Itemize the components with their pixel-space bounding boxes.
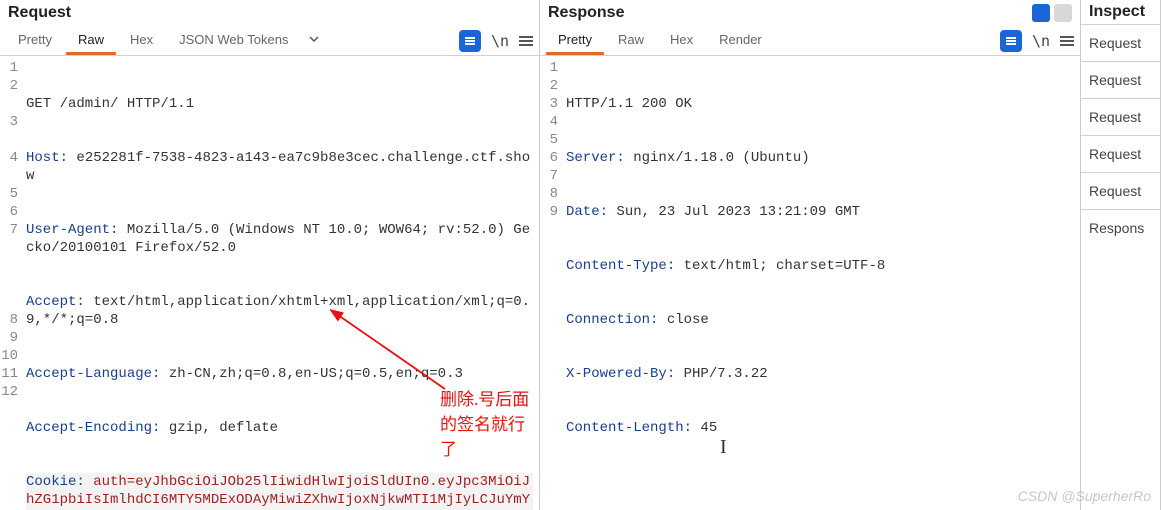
- tab-jwt[interactable]: JSON Web Tokens: [167, 27, 300, 55]
- response-title: Response: [548, 4, 624, 22]
- inspector-item[interactable]: Request: [1081, 98, 1160, 135]
- wrap-icon[interactable]: \n: [1032, 32, 1050, 50]
- hamburger-icon[interactable]: [1060, 34, 1074, 48]
- inspector-item[interactable]: Request: [1081, 61, 1160, 98]
- tab-render[interactable]: Render: [707, 27, 774, 55]
- response-line-6[interactable]: X-Powered-By: PHP/7.3.22: [566, 365, 1074, 383]
- chevron-down-icon[interactable]: [308, 33, 320, 48]
- request-title: Request: [8, 4, 71, 22]
- layout-icon[interactable]: [1032, 4, 1050, 22]
- request-panel: Request Pretty Raw Hex JSON Web Tokens \…: [0, 0, 540, 510]
- hamburger-icon[interactable]: [519, 34, 533, 48]
- response-line-5[interactable]: Connection: close: [566, 311, 1074, 329]
- request-tabs: Pretty Raw Hex JSON Web Tokens \n: [0, 26, 539, 56]
- tab-pretty[interactable]: Pretty: [6, 27, 64, 55]
- inspector-item[interactable]: Request: [1081, 135, 1160, 172]
- response-panel: Response Pretty Raw Hex Render \n 1 2: [540, 0, 1081, 510]
- request-editor[interactable]: 1 2 3 4 5 6 7 8 9 10 11 12 GET /admin/ H…: [0, 56, 539, 510]
- tab-hex[interactable]: Hex: [658, 27, 705, 55]
- request-gutter: 1 2 3 4 5 6 7 8 9 10 11 12: [0, 59, 22, 510]
- request-line-5[interactable]: Accept-Language: zh-CN,zh;q=0.8,en-US;q=…: [26, 365, 533, 383]
- response-line-3[interactable]: Date: Sun, 23 Jul 2023 13:21:09 GMT: [566, 203, 1074, 221]
- response-gutter: 1 2 3 4 5 6 7 8 9: [540, 59, 562, 510]
- response-line-7[interactable]: Content-Length: 45: [566, 419, 1074, 437]
- inspector-title: Inspect: [1081, 0, 1160, 24]
- tab-pretty[interactable]: Pretty: [546, 27, 604, 55]
- request-code[interactable]: GET /admin/ HTTP/1.1 Host: e252281f-7538…: [22, 59, 539, 510]
- response-code[interactable]: HTTP/1.1 200 OK Server: nginx/1.18.0 (Ub…: [562, 59, 1080, 510]
- request-header: Request: [0, 0, 539, 26]
- response-line-1[interactable]: HTTP/1.1 200 OK: [566, 95, 1074, 113]
- layout-alt-icon[interactable]: [1054, 4, 1072, 22]
- request-line-4[interactable]: Accept: text/html,application/xhtml+xml,…: [26, 293, 533, 329]
- wrap-icon[interactable]: \n: [491, 32, 509, 50]
- response-line-4[interactable]: Content-Type: text/html; charset=UTF-8: [566, 257, 1074, 275]
- inspector-item[interactable]: Respons: [1081, 209, 1160, 246]
- actions-icon[interactable]: [1000, 30, 1022, 52]
- request-line-2[interactable]: Host: e252281f-7538-4823-a143-ea7c9b8e3c…: [26, 149, 533, 185]
- request-line-1[interactable]: GET /admin/ HTTP/1.1: [26, 95, 533, 113]
- inspector-item[interactable]: Request: [1081, 172, 1160, 209]
- response-line-8[interactable]: [566, 473, 1074, 491]
- response-header: Response: [540, 0, 1080, 26]
- tab-raw[interactable]: Raw: [606, 27, 656, 55]
- request-line-6[interactable]: Accept-Encoding: gzip, deflate: [26, 419, 533, 437]
- tab-raw[interactable]: Raw: [66, 27, 116, 55]
- response-line-2[interactable]: Server: nginx/1.18.0 (Ubuntu): [566, 149, 1074, 167]
- inspector-item[interactable]: Request: [1081, 24, 1160, 61]
- actions-icon[interactable]: [459, 30, 481, 52]
- response-tabs: Pretty Raw Hex Render \n: [540, 26, 1080, 56]
- request-line-7[interactable]: Cookie: auth=eyJhbGciOiJOb25lIiwidHlwIjo…: [26, 473, 533, 510]
- request-line-3[interactable]: User-Agent: Mozilla/5.0 (Windows NT 10.0…: [26, 221, 533, 257]
- tab-hex[interactable]: Hex: [118, 27, 165, 55]
- response-editor[interactable]: 1 2 3 4 5 6 7 8 9 HTTP/1.1 200 OK Server…: [540, 56, 1080, 510]
- inspector-panel: Inspect Request Request Request Request …: [1081, 0, 1161, 510]
